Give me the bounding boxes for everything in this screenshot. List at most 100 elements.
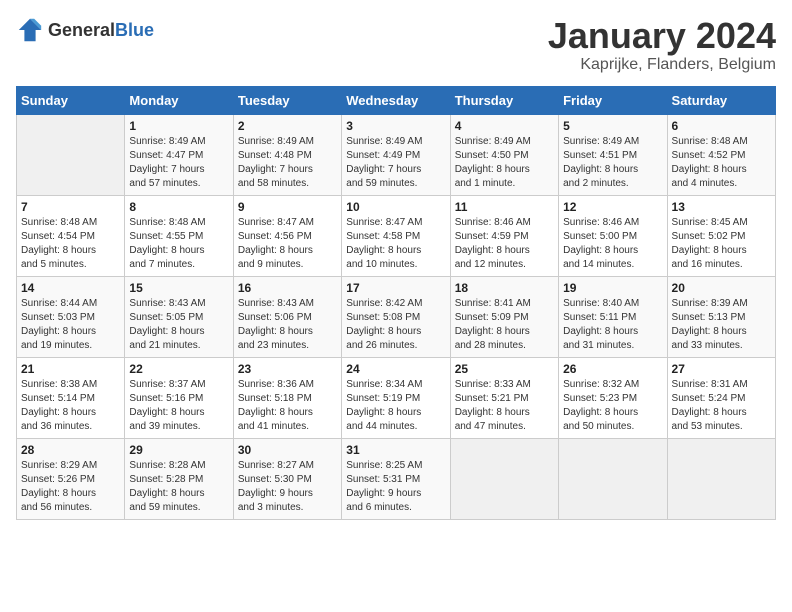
cell-content: Sunrise: 8:49 AM Sunset: 4:51 PM Dayligh… bbox=[563, 135, 662, 191]
day-number: 31 bbox=[346, 443, 445, 457]
calendar-table: SundayMondayTuesdayWednesdayThursdayFrid… bbox=[16, 86, 776, 520]
days-header-row: SundayMondayTuesdayWednesdayThursdayFrid… bbox=[17, 86, 776, 114]
day-number: 30 bbox=[238, 443, 337, 457]
day-number: 23 bbox=[238, 362, 337, 376]
day-header-sunday: Sunday bbox=[17, 86, 125, 114]
logo-icon bbox=[16, 16, 44, 44]
day-number: 18 bbox=[455, 281, 554, 295]
calendar-cell: 14 Sunrise: 8:44 AM Sunset: 5:03 PM Dayli… bbox=[17, 276, 125, 357]
day-number: 10 bbox=[346, 200, 445, 214]
day-number: 11 bbox=[455, 200, 554, 214]
day-header-wednesday: Wednesday bbox=[342, 86, 450, 114]
calendar-cell: 2 Sunrise: 8:49 AM Sunset: 4:48 PM Daylig… bbox=[233, 114, 341, 195]
cell-content: Sunrise: 8:25 AM Sunset: 5:31 PM Dayligh… bbox=[346, 459, 445, 515]
location-title: Kaprijke, Flanders, Belgium bbox=[548, 56, 776, 74]
cell-content: Sunrise: 8:48 AM Sunset: 4:55 PM Dayligh… bbox=[129, 216, 228, 272]
month-title: January 2024 bbox=[548, 16, 776, 56]
day-header-friday: Friday bbox=[559, 86, 667, 114]
day-number: 1 bbox=[129, 119, 228, 133]
calendar-cell bbox=[17, 114, 125, 195]
day-number: 14 bbox=[21, 281, 120, 295]
day-number: 9 bbox=[238, 200, 337, 214]
day-number: 6 bbox=[672, 119, 771, 133]
cell-content: Sunrise: 8:39 AM Sunset: 5:13 PM Dayligh… bbox=[672, 297, 771, 353]
cell-content: Sunrise: 8:37 AM Sunset: 5:16 PM Dayligh… bbox=[129, 378, 228, 434]
logo: GeneralBlue bbox=[16, 16, 154, 44]
cell-content: Sunrise: 8:31 AM Sunset: 5:24 PM Dayligh… bbox=[672, 378, 771, 434]
calendar-cell: 23 Sunrise: 8:36 AM Sunset: 5:18 PM Dayli… bbox=[233, 357, 341, 438]
calendar-cell: 27 Sunrise: 8:31 AM Sunset: 5:24 PM Dayli… bbox=[667, 357, 775, 438]
calendar-cell: 28Sunrise: 8:29 AM Sunset: 5:26 PM Dayli… bbox=[17, 438, 125, 519]
day-number: 27 bbox=[672, 362, 771, 376]
cell-content: Sunrise: 8:28 AM Sunset: 5:28 PM Dayligh… bbox=[129, 459, 228, 515]
cell-content: Sunrise: 8:48 AM Sunset: 4:54 PM Dayligh… bbox=[21, 216, 120, 272]
logo-text: GeneralBlue bbox=[48, 20, 154, 41]
week-row-3: 14 Sunrise: 8:44 AM Sunset: 5:03 PM Dayli… bbox=[17, 276, 776, 357]
calendar-cell: 25Sunrise: 8:33 AM Sunset: 5:21 PM Dayli… bbox=[450, 357, 558, 438]
calendar-cell: 9 Sunrise: 8:47 AM Sunset: 4:56 PM Daylig… bbox=[233, 195, 341, 276]
day-number: 16 bbox=[238, 281, 337, 295]
cell-content: Sunrise: 8:49 AM Sunset: 4:48 PM Dayligh… bbox=[238, 135, 337, 191]
calendar-cell: 7 Sunrise: 8:48 AM Sunset: 4:54 PM Daylig… bbox=[17, 195, 125, 276]
week-row-4: 21Sunrise: 8:38 AM Sunset: 5:14 PM Dayli… bbox=[17, 357, 776, 438]
cell-content: Sunrise: 8:42 AM Sunset: 5:08 PM Dayligh… bbox=[346, 297, 445, 353]
cell-content: Sunrise: 8:47 AM Sunset: 4:56 PM Dayligh… bbox=[238, 216, 337, 272]
cell-content: Sunrise: 8:45 AM Sunset: 5:02 PM Dayligh… bbox=[672, 216, 771, 272]
day-number: 15 bbox=[129, 281, 228, 295]
day-header-tuesday: Tuesday bbox=[233, 86, 341, 114]
cell-content: Sunrise: 8:46 AM Sunset: 4:59 PM Dayligh… bbox=[455, 216, 554, 272]
calendar-cell: 11 Sunrise: 8:46 AM Sunset: 4:59 PM Dayli… bbox=[450, 195, 558, 276]
cell-content: Sunrise: 8:41 AM Sunset: 5:09 PM Dayligh… bbox=[455, 297, 554, 353]
day-number: 13 bbox=[672, 200, 771, 214]
cell-content: Sunrise: 8:36 AM Sunset: 5:18 PM Dayligh… bbox=[238, 378, 337, 434]
calendar-cell: 3 Sunrise: 8:49 AM Sunset: 4:49 PM Daylig… bbox=[342, 114, 450, 195]
calendar-cell: 31 Sunrise: 8:25 AM Sunset: 5:31 PM Dayli… bbox=[342, 438, 450, 519]
cell-content: Sunrise: 8:27 AM Sunset: 5:30 PM Dayligh… bbox=[238, 459, 337, 515]
calendar-cell: 26Sunrise: 8:32 AM Sunset: 5:23 PM Dayli… bbox=[559, 357, 667, 438]
calendar-cell: 13 Sunrise: 8:45 AM Sunset: 5:02 PM Dayli… bbox=[667, 195, 775, 276]
day-number: 5 bbox=[563, 119, 662, 133]
calendar-cell bbox=[450, 438, 558, 519]
day-header-thursday: Thursday bbox=[450, 86, 558, 114]
calendar-cell: 10Sunrise: 8:47 AM Sunset: 4:58 PM Dayli… bbox=[342, 195, 450, 276]
cell-content: Sunrise: 8:44 AM Sunset: 5:03 PM Dayligh… bbox=[21, 297, 120, 353]
day-number: 22 bbox=[129, 362, 228, 376]
cell-content: Sunrise: 8:38 AM Sunset: 5:14 PM Dayligh… bbox=[21, 378, 120, 434]
calendar-cell: 30 Sunrise: 8:27 AM Sunset: 5:30 PM Dayli… bbox=[233, 438, 341, 519]
week-row-5: 28Sunrise: 8:29 AM Sunset: 5:26 PM Dayli… bbox=[17, 438, 776, 519]
calendar-cell bbox=[667, 438, 775, 519]
cell-content: Sunrise: 8:49 AM Sunset: 4:47 PM Dayligh… bbox=[129, 135, 228, 191]
day-number: 24 bbox=[346, 362, 445, 376]
calendar-cell: 6 Sunrise: 8:48 AM Sunset: 4:52 PM Daylig… bbox=[667, 114, 775, 195]
calendar-cell: 22 Sunrise: 8:37 AM Sunset: 5:16 PM Dayli… bbox=[125, 357, 233, 438]
day-header-monday: Monday bbox=[125, 86, 233, 114]
day-number: 8 bbox=[129, 200, 228, 214]
cell-content: Sunrise: 8:33 AM Sunset: 5:21 PM Dayligh… bbox=[455, 378, 554, 434]
cell-content: Sunrise: 8:29 AM Sunset: 5:26 PM Dayligh… bbox=[21, 459, 120, 515]
cell-content: Sunrise: 8:34 AM Sunset: 5:19 PM Dayligh… bbox=[346, 378, 445, 434]
cell-content: Sunrise: 8:49 AM Sunset: 4:49 PM Dayligh… bbox=[346, 135, 445, 191]
day-number: 19 bbox=[563, 281, 662, 295]
day-number: 12 bbox=[563, 200, 662, 214]
day-number: 2 bbox=[238, 119, 337, 133]
day-number: 17 bbox=[346, 281, 445, 295]
cell-content: Sunrise: 8:49 AM Sunset: 4:50 PM Dayligh… bbox=[455, 135, 554, 191]
week-row-2: 7 Sunrise: 8:48 AM Sunset: 4:54 PM Daylig… bbox=[17, 195, 776, 276]
cell-content: Sunrise: 8:32 AM Sunset: 5:23 PM Dayligh… bbox=[563, 378, 662, 434]
cell-content: Sunrise: 8:43 AM Sunset: 5:06 PM Dayligh… bbox=[238, 297, 337, 353]
cell-content: Sunrise: 8:46 AM Sunset: 5:00 PM Dayligh… bbox=[563, 216, 662, 272]
calendar-cell: 1 Sunrise: 8:49 AM Sunset: 4:47 PM Daylig… bbox=[125, 114, 233, 195]
page-header: GeneralBlue January 2024 Kaprijke, Fland… bbox=[16, 16, 776, 74]
day-header-saturday: Saturday bbox=[667, 86, 775, 114]
cell-content: Sunrise: 8:48 AM Sunset: 4:52 PM Dayligh… bbox=[672, 135, 771, 191]
day-number: 3 bbox=[346, 119, 445, 133]
calendar-cell: 19 Sunrise: 8:40 AM Sunset: 5:11 PM Dayli… bbox=[559, 276, 667, 357]
calendar-cell: 8 Sunrise: 8:48 AM Sunset: 4:55 PM Daylig… bbox=[125, 195, 233, 276]
day-number: 7 bbox=[21, 200, 120, 214]
calendar-cell: 16 Sunrise: 8:43 AM Sunset: 5:06 PM Dayli… bbox=[233, 276, 341, 357]
calendar-cell: 21Sunrise: 8:38 AM Sunset: 5:14 PM Dayli… bbox=[17, 357, 125, 438]
week-row-1: 1 Sunrise: 8:49 AM Sunset: 4:47 PM Daylig… bbox=[17, 114, 776, 195]
cell-content: Sunrise: 8:40 AM Sunset: 5:11 PM Dayligh… bbox=[563, 297, 662, 353]
calendar-cell: 18 Sunrise: 8:41 AM Sunset: 5:09 PM Dayli… bbox=[450, 276, 558, 357]
calendar-cell: 5 Sunrise: 8:49 AM Sunset: 4:51 PM Daylig… bbox=[559, 114, 667, 195]
